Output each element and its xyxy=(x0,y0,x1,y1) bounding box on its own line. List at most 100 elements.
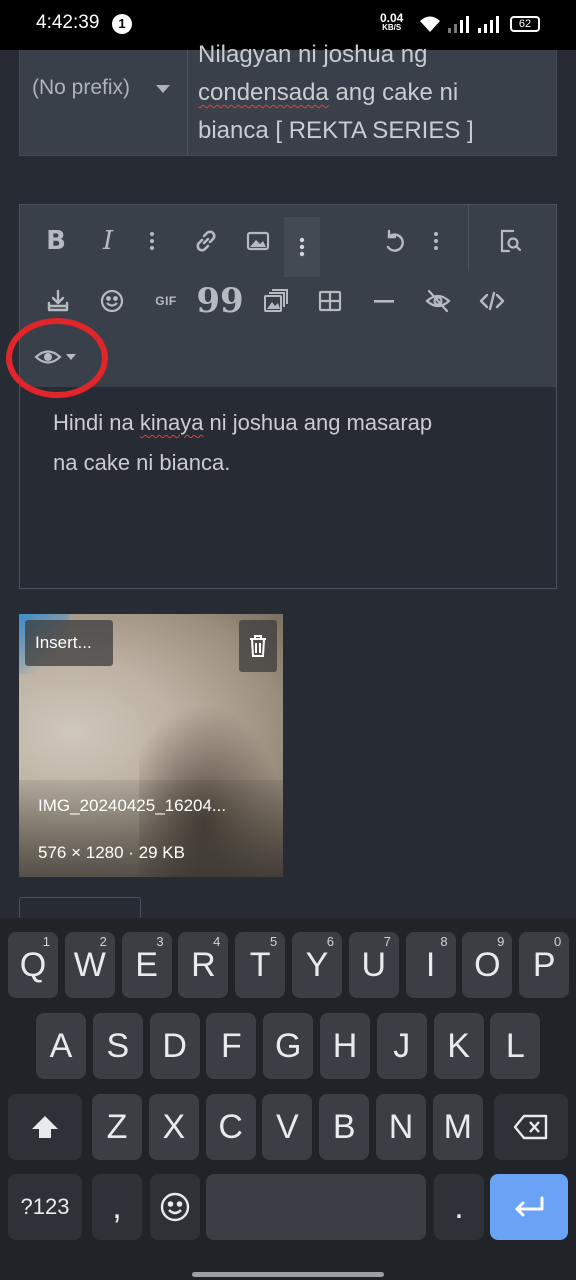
horizontal-rule-icon[interactable] xyxy=(362,279,406,323)
key-y[interactable]: Y6 xyxy=(292,932,342,998)
link-icon[interactable] xyxy=(184,219,228,263)
clock: 4:42:39 xyxy=(36,12,100,33)
prefix-label: (No prefix) xyxy=(32,76,131,99)
period-key[interactable]: . xyxy=(434,1174,484,1240)
signal-icon xyxy=(478,16,499,33)
key-label: U xyxy=(361,945,387,984)
attachment-size: 576 × 1280 · 29 KB xyxy=(38,843,185,862)
key-j[interactable]: J xyxy=(376,1013,427,1079)
key-k[interactable]: K xyxy=(433,1013,484,1079)
key-g[interactable]: G xyxy=(263,1013,314,1079)
key-label: O xyxy=(474,945,501,984)
thread-title-row: (No prefix) Nilagyan ni joshua ng conden… xyxy=(19,41,557,156)
more-vertical-icon[interactable] xyxy=(130,219,174,263)
key-hint: 3 xyxy=(156,934,164,949)
key-e[interactable]: E3 xyxy=(121,932,172,998)
delete-button[interactable] xyxy=(239,620,277,672)
emoji-icon xyxy=(160,1192,190,1222)
preview-icon[interactable] xyxy=(488,219,532,263)
undo-icon[interactable] xyxy=(372,219,416,263)
attachment-thumbnail[interactable]: Insert... IMG_20240425_16204... 576 × 12… xyxy=(19,614,283,877)
key-q[interactable]: Q1 xyxy=(8,932,58,998)
attachment-filename: IMG_20240425_16204... xyxy=(38,796,227,815)
key-hint: 8 xyxy=(440,934,448,949)
key-p[interactable]: P0 xyxy=(519,932,570,998)
italic-icon[interactable]: I xyxy=(86,219,130,263)
comma-key[interactable]: , xyxy=(92,1174,142,1240)
notification-badge: 1 xyxy=(112,14,132,34)
hide-icon[interactable] xyxy=(416,279,460,323)
message-body[interactable]: Hindi na kinaya ni joshua ang masarap na… xyxy=(53,403,533,483)
backspace-icon xyxy=(513,1114,548,1140)
key-h[interactable]: H xyxy=(320,1013,370,1079)
wifi-icon xyxy=(420,16,440,32)
more-vertical-icon[interactable] xyxy=(418,219,454,263)
shift-icon xyxy=(32,1116,58,1138)
key-label: P xyxy=(532,945,556,984)
body-line: Hindi na kinaya ni joshua ang masarap xyxy=(53,410,433,435)
chevron-down-icon xyxy=(156,85,170,93)
key-w[interactable]: W2 xyxy=(64,932,115,998)
body-line: na cake ni bianca. xyxy=(53,450,231,475)
signal-icon xyxy=(448,16,469,33)
image-icon[interactable] xyxy=(236,219,280,263)
key-n[interactable]: N xyxy=(376,1094,426,1160)
key-v[interactable]: V xyxy=(262,1094,313,1160)
prefix-dropdown[interactable]: (No prefix) xyxy=(20,50,188,156)
key-label: T xyxy=(249,945,271,984)
title-line: Nilagyan ni joshua ng xyxy=(198,41,428,68)
key-l[interactable]: L xyxy=(490,1013,541,1079)
key-i[interactable]: I8 xyxy=(405,932,456,998)
key-z[interactable]: Z xyxy=(92,1094,142,1160)
home-indicator xyxy=(192,1272,384,1277)
key-o[interactable]: O9 xyxy=(462,932,513,998)
more-vertical-icon[interactable] xyxy=(284,217,320,277)
network-speed: 0.04 KB/S xyxy=(380,11,404,32)
shift-key[interactable] xyxy=(8,1094,82,1160)
backspace-key[interactable] xyxy=(494,1094,568,1160)
key-label: Q xyxy=(19,945,47,984)
symbols-key[interactable]: ?123 xyxy=(8,1174,82,1240)
key-hint: 0 xyxy=(553,934,562,949)
key-m[interactable]: M xyxy=(432,1094,483,1160)
key-label: R xyxy=(191,945,216,984)
key-hint: 1 xyxy=(42,934,50,949)
key-hint: 4 xyxy=(213,934,221,949)
code-icon[interactable] xyxy=(470,279,514,323)
key-hint: 2 xyxy=(99,934,107,949)
insert-button[interactable]: Insert... xyxy=(25,620,113,666)
space-key[interactable] xyxy=(206,1174,426,1240)
key-x[interactable]: X xyxy=(148,1094,199,1160)
message-editor: B I GIF 99 Hindi na kinaya ni joshua ang… xyxy=(19,204,557,589)
insert-icon[interactable] xyxy=(36,279,80,323)
attachment-info: IMG_20240425_16204... 576 × 1280 · 29 KB xyxy=(19,780,283,877)
key-label: Y xyxy=(305,945,329,984)
key-b[interactable]: B xyxy=(319,1094,370,1160)
key-label: I xyxy=(425,945,436,984)
battery-icon: 62 xyxy=(510,16,540,32)
key-t[interactable]: T5 xyxy=(235,932,286,998)
thread-title-input[interactable]: Nilagyan ni joshua ng condensada ang cak… xyxy=(198,36,548,150)
key-hint: 9 xyxy=(497,934,505,949)
key-a[interactable]: A xyxy=(36,1013,86,1079)
key-hint: 6 xyxy=(326,934,334,949)
toolbar-divider xyxy=(468,205,469,271)
emoji-key[interactable] xyxy=(150,1174,200,1240)
key-hint: 7 xyxy=(383,934,391,949)
table-icon[interactable] xyxy=(308,279,352,323)
key-u[interactable]: U7 xyxy=(348,932,399,998)
quote-icon[interactable]: 99 xyxy=(196,279,243,323)
key-c[interactable]: C xyxy=(205,1094,256,1160)
emoji-icon[interactable] xyxy=(90,279,134,323)
enter-key[interactable] xyxy=(490,1174,568,1240)
key-d[interactable]: D xyxy=(149,1013,200,1079)
key-s[interactable]: S xyxy=(92,1013,143,1079)
title-line: bianca [ REKTA SERIES ] xyxy=(198,117,474,144)
annotation-circle xyxy=(6,318,108,398)
key-r[interactable]: R4 xyxy=(178,932,229,998)
key-label: E xyxy=(135,945,158,984)
gif-icon[interactable]: GIF xyxy=(144,279,188,323)
bold-icon[interactable]: B xyxy=(34,219,78,263)
media-icon[interactable] xyxy=(254,279,298,323)
key-f[interactable]: F xyxy=(206,1013,257,1079)
